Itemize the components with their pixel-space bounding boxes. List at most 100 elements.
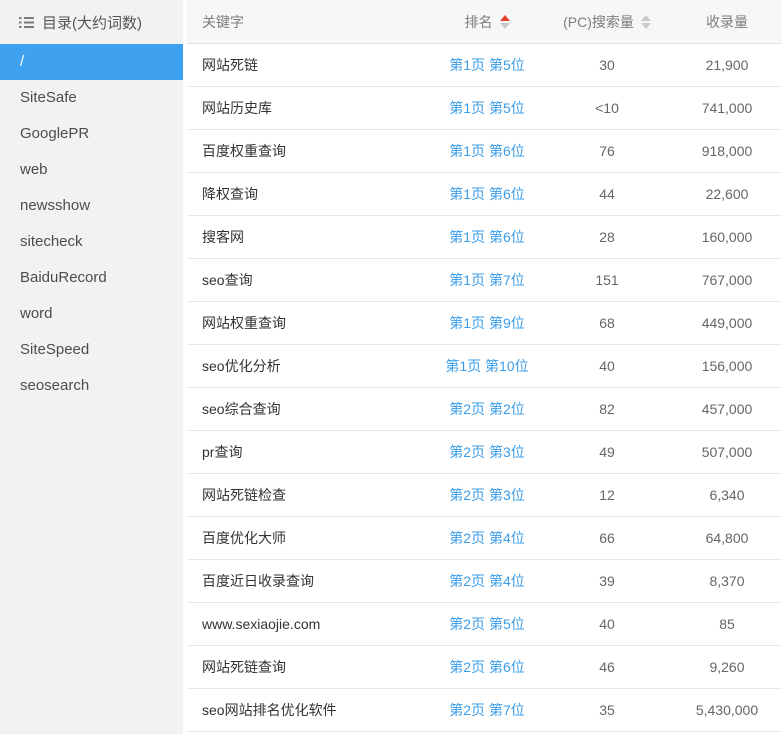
sidebar-item-label: /: [20, 53, 24, 70]
indexed-cell: 64,800: [672, 530, 782, 546]
keyword-cell: 网站死链检查: [187, 485, 432, 505]
indexed-cell: 160,000: [672, 229, 782, 245]
rank-link[interactable]: 第2页 第4位: [449, 573, 524, 589]
rank-cell: 第1页 第5位: [432, 55, 542, 75]
table-row: seo综合查询 第2页 第2位 82 457,000: [187, 388, 782, 431]
column-header-indexed-label: 收录量: [706, 12, 748, 32]
keyword-table: 关键字 排名 (PC)搜索量 收录量: [187, 0, 782, 734]
rank-cell: 第1页 第9位: [432, 313, 542, 333]
sidebar-item[interactable]: word: [0, 296, 183, 332]
rank-link[interactable]: 第1页 第7位: [449, 272, 524, 288]
indexed-cell: 85: [672, 616, 782, 632]
pc-search-volume-cell: 40: [542, 616, 672, 632]
sort-icon-pc-search-volume[interactable]: [641, 15, 651, 29]
rank-cell: 第2页 第7位: [432, 700, 542, 720]
rank-cell: 第1页 第6位: [432, 141, 542, 161]
rank-link[interactable]: 第1页 第5位: [449, 57, 524, 73]
keyword-cell: seo优化分析: [187, 356, 432, 376]
sidebar: 目录(大约词数) / SiteSafe GooglePR web: [0, 0, 183, 734]
table-row: seo优化分析 第1页 第10位 40 156,000: [187, 345, 782, 388]
pc-search-volume-cell: 40: [542, 358, 672, 374]
indexed-cell: 9,260: [672, 659, 782, 675]
rank-link[interactable]: 第1页 第6位: [449, 229, 524, 245]
sidebar-item[interactable]: GooglePR: [0, 116, 183, 152]
table-row: 百度近日收录查询 第2页 第4位 39 8,370: [187, 560, 782, 603]
rank-link[interactable]: 第2页 第4位: [449, 530, 524, 546]
rank-link[interactable]: 第1页 第6位: [449, 186, 524, 202]
app-root: 目录(大约词数) / SiteSafe GooglePR web: [0, 0, 782, 734]
sidebar-item-label: seosearch: [20, 377, 89, 394]
rank-link[interactable]: 第2页 第2位: [449, 401, 524, 417]
pc-search-volume-cell: 39: [542, 573, 672, 589]
pc-search-volume-cell: 28: [542, 229, 672, 245]
rank-link[interactable]: 第2页 第3位: [449, 444, 524, 460]
sidebar-item-label: GooglePR: [20, 125, 89, 142]
pc-search-volume-cell: 46: [542, 659, 672, 675]
rank-cell: 第2页 第4位: [432, 571, 542, 591]
indexed-cell: 918,000: [672, 143, 782, 159]
table-body: 网站死链 第1页 第5位 30 21,900 网站历史库 第1页 第5位 <10…: [187, 44, 782, 732]
indexed-cell: 449,000: [672, 315, 782, 331]
keyword-cell: 百度权重查询: [187, 141, 432, 161]
indexed-cell: 156,000: [672, 358, 782, 374]
rank-link[interactable]: 第2页 第7位: [449, 702, 524, 718]
table-row: 网站历史库 第1页 第5位 <10 741,000: [187, 87, 782, 130]
table-row: pr查询 第2页 第3位 49 507,000: [187, 431, 782, 474]
column-header-pc-search-volume[interactable]: (PC)搜索量: [542, 12, 672, 32]
table-row: 网站死链 第1页 第5位 30 21,900: [187, 44, 782, 87]
table-row: 网站权重查询 第1页 第9位 68 449,000: [187, 302, 782, 345]
sidebar-item[interactable]: /: [0, 44, 183, 80]
sort-icon-rank[interactable]: [500, 15, 510, 29]
rank-cell: 第1页 第10位: [432, 356, 542, 376]
column-header-pc-search-volume-label: (PC)搜索量: [563, 12, 634, 32]
rank-link[interactable]: 第1页 第5位: [449, 100, 524, 116]
pc-search-volume-cell: 35: [542, 702, 672, 718]
keyword-cell: 网站死链: [187, 55, 432, 75]
indexed-cell: 741,000: [672, 100, 782, 116]
pc-search-volume-cell: 82: [542, 401, 672, 417]
sidebar-item[interactable]: newsshow: [0, 188, 183, 224]
rank-cell: 第1页 第6位: [432, 227, 542, 247]
rank-link[interactable]: 第2页 第6位: [449, 659, 524, 675]
sidebar-item-label: web: [20, 161, 48, 178]
rank-link[interactable]: 第1页 第9位: [449, 315, 524, 331]
keyword-cell: seo查询: [187, 270, 432, 290]
sidebar-item[interactable]: seosearch: [0, 368, 183, 404]
keyword-cell: 百度近日收录查询: [187, 571, 432, 591]
table-row: 搜客网 第1页 第6位 28 160,000: [187, 216, 782, 259]
keyword-cell: www.sexiaojie.com: [187, 616, 432, 632]
rank-cell: 第1页 第6位: [432, 184, 542, 204]
rank-cell: 第1页 第7位: [432, 270, 542, 290]
sidebar-item[interactable]: SiteSpeed: [0, 332, 183, 368]
keyword-cell: seo综合查询: [187, 399, 432, 419]
sidebar-item-label: word: [20, 305, 53, 322]
column-header-rank[interactable]: 排名: [432, 12, 542, 32]
rank-link[interactable]: 第1页 第6位: [449, 143, 524, 159]
rank-link[interactable]: 第2页 第5位: [449, 616, 524, 632]
pc-search-volume-cell: 30: [542, 57, 672, 73]
sidebar-item-label: SiteSpeed: [20, 341, 89, 358]
sidebar-item[interactable]: SiteSafe: [0, 80, 183, 116]
rank-cell: 第2页 第2位: [432, 399, 542, 419]
rank-cell: 第2页 第5位: [432, 614, 542, 634]
sidebar-item[interactable]: web: [0, 152, 183, 188]
sidebar-item[interactable]: sitecheck: [0, 224, 183, 260]
table-row: 网站死链查询 第2页 第6位 46 9,260: [187, 646, 782, 689]
column-header-keyword: 关键字: [187, 12, 432, 32]
rank-link[interactable]: 第1页 第10位: [445, 358, 528, 374]
indexed-cell: 8,370: [672, 573, 782, 589]
keyword-cell: 网站历史库: [187, 98, 432, 118]
sidebar-item-label: newsshow: [20, 197, 90, 214]
table-row: seo查询 第1页 第7位 151 767,000: [187, 259, 782, 302]
sort-desc-icon: [500, 23, 510, 29]
indexed-cell: 6,340: [672, 487, 782, 503]
rank-link[interactable]: 第2页 第3位: [449, 487, 524, 503]
pc-search-volume-cell: 66: [542, 530, 672, 546]
indexed-cell: 21,900: [672, 57, 782, 73]
keyword-cell: 百度优化大师: [187, 528, 432, 548]
rank-cell: 第2页 第3位: [432, 485, 542, 505]
sidebar-item-label: BaiduRecord: [20, 269, 107, 286]
sidebar-item[interactable]: BaiduRecord: [0, 260, 183, 296]
indexed-cell: 5,430,000: [672, 702, 782, 718]
rank-cell: 第2页 第4位: [432, 528, 542, 548]
